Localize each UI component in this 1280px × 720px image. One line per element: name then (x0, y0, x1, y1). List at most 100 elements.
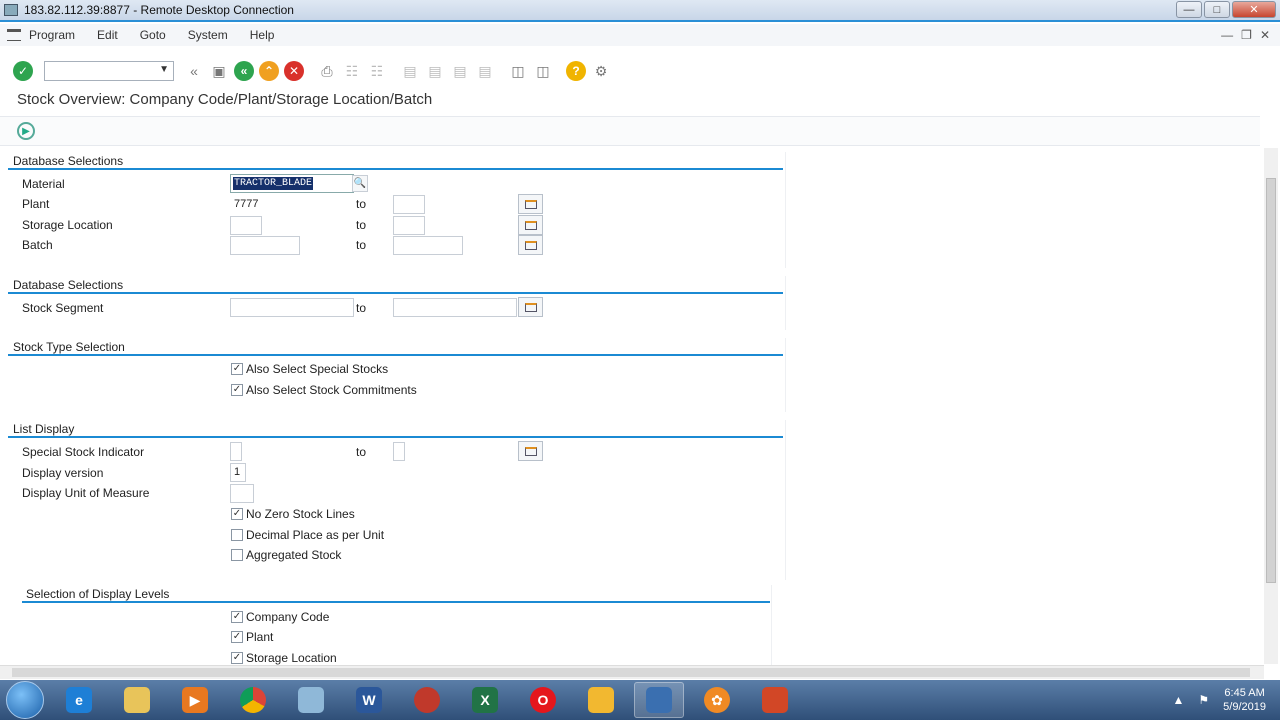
close-window-button[interactable]: ✕ (1232, 1, 1276, 18)
menu-system[interactable]: System (188, 28, 228, 42)
special-stock-indicator-label: Special Stock Indicator (22, 445, 145, 459)
storage-location-level-checkbox[interactable]: ✓ (231, 652, 243, 664)
taskbar-sap-logon[interactable] (576, 682, 626, 718)
storage-location-multiple-selection-button[interactable] (518, 215, 543, 235)
decimal-place-checkbox-row[interactable]: Decimal Place as per Unit (231, 528, 384, 542)
chevron-down-icon[interactable]: ▼ (159, 64, 169, 75)
sap-close-icon[interactable]: ✕ (1260, 28, 1270, 42)
stock-type-section: Stock Type Selection ✓ Also Select Speci… (8, 338, 786, 412)
special-stock-indicator-from-input[interactable] (230, 442, 242, 461)
horizontal-scroll-thumb[interactable] (12, 668, 1250, 677)
multiple-selection-icon (524, 240, 537, 250)
multiple-selection-icon (524, 199, 537, 209)
start-button[interactable] (6, 681, 44, 719)
stock-commitments-checkbox-row[interactable]: ✓ Also Select Stock Commitments (231, 383, 417, 397)
no-zero-stock-checkbox-row[interactable]: ✓ No Zero Stock Lines (231, 507, 355, 521)
taskbar-app-red[interactable] (402, 682, 452, 718)
find-next-icon: ☷ (370, 62, 384, 79)
section-title: Database Selections (13, 278, 124, 292)
company-code-label: Company Code (246, 610, 330, 624)
aggregated-stock-label: Aggregated Stock (246, 548, 342, 562)
special-stock-indicator-to-label: to (356, 445, 367, 459)
plant-level-checkbox[interactable]: ✓ (231, 631, 243, 643)
special-stock-indicator-multiple-selection-button[interactable] (518, 441, 543, 461)
company-code-checkbox-row[interactable]: ✓ Company Code (231, 610, 329, 624)
batch-multiple-selection-button[interactable] (518, 235, 543, 255)
tray-expand-icon[interactable]: ▲ (1173, 693, 1185, 707)
menu-help[interactable]: Help (250, 28, 275, 42)
window-title: 183.82.112.39:8877 - Remote Desktop Conn… (24, 3, 294, 17)
special-stocks-checkbox-row[interactable]: ✓ Also Select Special Stocks (231, 362, 388, 376)
command-field[interactable]: ▼ (44, 61, 174, 81)
section-divider (8, 354, 783, 356)
help-icon[interactable]: ? (566, 61, 586, 81)
stock-segment-to-input[interactable] (393, 298, 517, 317)
stock-segment-multiple-selection-button[interactable] (518, 297, 543, 317)
menu-program[interactable]: Program (29, 28, 75, 42)
media-player-icon: ▶ (182, 687, 208, 713)
settings-gear-icon[interactable]: ⚙ (591, 61, 611, 81)
stock-segment-from-input[interactable] (230, 298, 354, 317)
taskbar-notepad[interactable] (286, 682, 336, 718)
search-help-icon[interactable]: 🔍 (352, 175, 368, 192)
clock[interactable]: 6:45 AM 5/9/2019 (1223, 686, 1266, 714)
storage-location-to-input[interactable] (393, 216, 425, 235)
collapse-double-left-icon[interactable]: « (184, 61, 204, 81)
material-input[interactable]: TRACTOR_BLADE (230, 174, 354, 193)
horizontal-scrollbar[interactable] (0, 665, 1264, 679)
taskbar-file-explorer[interactable] (112, 682, 162, 718)
vertical-scrollbar[interactable] (1264, 148, 1278, 664)
maximize-button[interactable]: □ (1204, 1, 1230, 18)
enter-check-icon[interactable]: ✓ (13, 61, 33, 81)
system-menu-icon[interactable] (7, 29, 21, 41)
taskbar-excel[interactable]: X (460, 682, 510, 718)
plant-label: Plant (22, 197, 50, 211)
taskbar-remote-desktop[interactable] (634, 682, 684, 718)
display-version-label: Display version (22, 466, 104, 480)
plant-level-checkbox-row[interactable]: ✓ Plant (231, 630, 273, 644)
taskbar-opera[interactable]: O (518, 682, 568, 718)
menu-edit[interactable]: Edit (97, 28, 118, 42)
back-icon[interactable]: « (234, 61, 254, 81)
taskbar-powerpoint[interactable] (750, 682, 800, 718)
company-code-checkbox[interactable]: ✓ (231, 611, 243, 623)
display-version-input[interactable]: 1 (230, 463, 246, 482)
cancel-icon[interactable]: ✕ (284, 61, 304, 81)
storage-location-from-input[interactable] (230, 216, 262, 235)
taskbar-word[interactable]: W (344, 682, 394, 718)
stock-commitments-label: Also Select Stock Commitments (246, 383, 417, 397)
taskbar-media-player[interactable]: ▶ (170, 682, 220, 718)
menu-goto[interactable]: Goto (140, 28, 166, 42)
minimize-button[interactable]: — (1176, 1, 1202, 18)
vertical-scroll-thumb[interactable] (1266, 178, 1276, 583)
action-center-flag-icon[interactable]: ⚑ (1198, 693, 1209, 707)
decimal-place-checkbox[interactable] (231, 529, 243, 541)
standard-toolbar: ✓ ▼ « ▣ « ⌃ ✕ ⎙ ☷ ☷ ▤ ▤ ▤ ▤ ◫ ◫ ? ⚙ (0, 56, 1280, 86)
execute-icon[interactable]: ▶ (17, 122, 35, 140)
exit-icon[interactable]: ⌃ (259, 61, 279, 81)
aggregated-stock-checkbox-row[interactable]: Aggregated Stock (231, 548, 341, 562)
plant-multiple-selection-button[interactable] (518, 194, 543, 214)
display-uom-input[interactable] (230, 484, 254, 503)
aggregated-stock-checkbox[interactable] (231, 549, 243, 561)
new-session-icon[interactable]: ◫ (508, 61, 528, 81)
batch-from-input[interactable] (230, 236, 300, 255)
batch-to-input[interactable] (393, 236, 463, 255)
plant-from-input[interactable]: 7777 (230, 195, 262, 214)
storage-location-level-checkbox-row[interactable]: ✓ Storage Location (231, 651, 337, 665)
stock-commitments-checkbox[interactable]: ✓ (231, 384, 243, 396)
taskbar-chrome[interactable] (228, 682, 278, 718)
special-stocks-checkbox[interactable]: ✓ (231, 363, 243, 375)
shortcut-icon[interactable]: ◫ (533, 61, 553, 81)
taskbar-internet-explorer[interactable]: e (54, 682, 104, 718)
plant-to-input[interactable] (393, 195, 425, 214)
save-icon[interactable]: ▣ (209, 61, 229, 81)
special-stock-indicator-to-input[interactable] (393, 442, 405, 461)
sap-restore-icon[interactable]: ❐ (1241, 28, 1252, 42)
print-icon[interactable]: ⎙ (317, 61, 337, 81)
no-zero-stock-checkbox[interactable]: ✓ (231, 508, 243, 520)
database-selections-section: Database Selections Material TRACTOR_BLA… (8, 152, 786, 268)
sap-minimize-icon[interactable]: — (1221, 28, 1233, 42)
no-zero-stock-label: No Zero Stock Lines (246, 507, 355, 521)
taskbar-app-flower[interactable]: ✿ (692, 682, 742, 718)
